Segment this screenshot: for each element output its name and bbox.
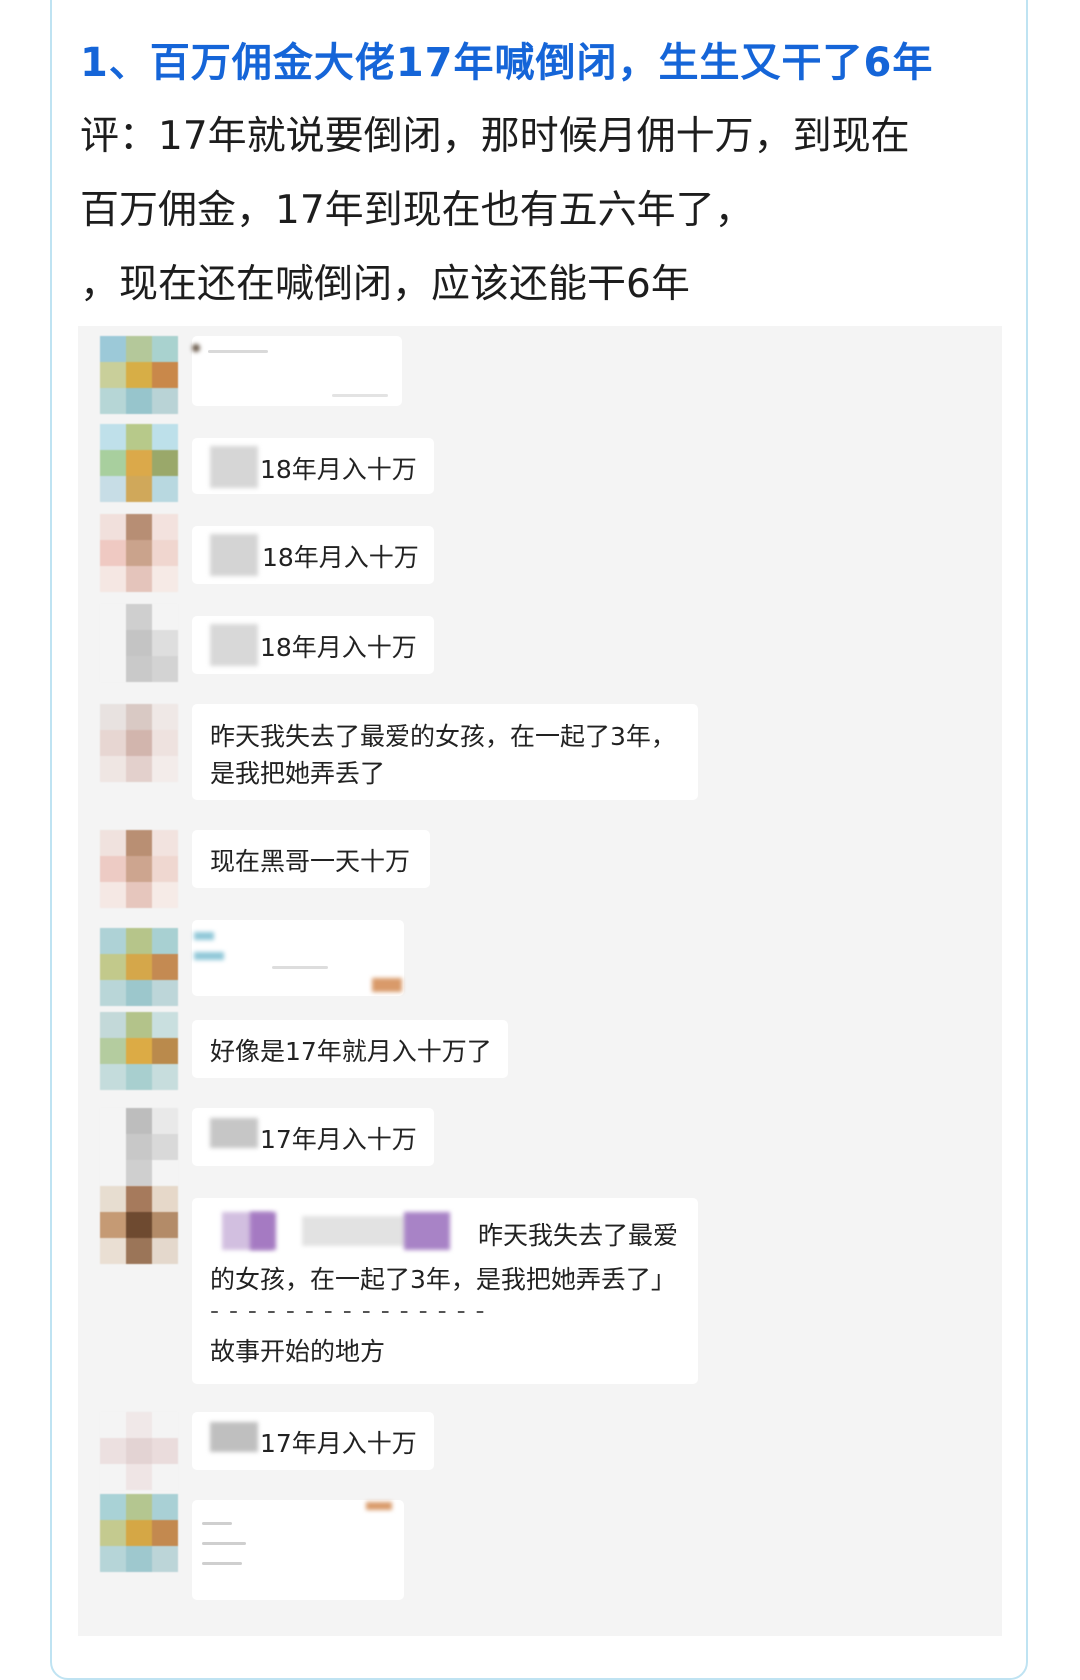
- text-message[interactable]: 现在黑哥一天十万: [192, 830, 430, 888]
- text-message[interactable]: 18年月入十万: [192, 526, 434, 584]
- avatar: [100, 1186, 178, 1264]
- blurred-image-message[interactable]: [192, 920, 404, 996]
- message-text: 17年月入十万: [260, 1125, 417, 1154]
- message-text: 现在黑哥一天十万: [210, 847, 411, 876]
- avatar: [100, 424, 178, 502]
- text-message[interactable]: 18年月入十万: [192, 616, 434, 674]
- avatar: [100, 604, 178, 682]
- text-message[interactable]: 好像是17年就月入十万了: [192, 1020, 508, 1078]
- text-message[interactable]: 17年月入十万: [192, 1108, 434, 1166]
- avatar: [100, 1012, 178, 1090]
- message-text: 是我把她弄丢了: [210, 759, 386, 788]
- text-message[interactable]: 昨天我失去了最爱的女孩，在一起了3年， 是我把她弄丢了: [192, 704, 698, 800]
- message-text: 18年月入十万: [260, 455, 417, 484]
- quote-divider: - - - - - - - - - - - - - - -: [210, 1296, 486, 1325]
- message-text: 17年月入十万: [260, 1429, 417, 1458]
- message-text: 18年月入十万: [262, 543, 419, 572]
- avatar: [100, 830, 178, 908]
- avatar: [100, 1494, 178, 1572]
- message-text: 18年月入十万: [260, 633, 417, 662]
- message-text: 昨天我失去了最爱: [478, 1221, 679, 1250]
- comment-text: 评：17年就说要倒闭，那时候月佣十万，到现在 百万佣金，17年到现在也有五六年了…: [80, 100, 1000, 322]
- blurred-image-message[interactable]: [192, 1500, 404, 1600]
- message-text: 的女孩，在一起了3年，是我把她弄丢了」: [210, 1265, 676, 1294]
- avatar: [100, 514, 178, 592]
- chat-screenshot: 18年月入十万 18年月入十万 18年月入十万 昨天我失去了最爱的女孩，在一起了…: [78, 326, 1002, 1636]
- avatar: [100, 1412, 178, 1490]
- comment-line: 百万佣金，17年到现在也有五六年了，: [80, 188, 754, 233]
- comment-line: ，现在还在喊倒闭，应该还能干6年: [80, 262, 690, 307]
- avatar: [100, 336, 178, 414]
- avatar: [100, 1108, 178, 1186]
- blurred-image-message[interactable]: [192, 336, 402, 406]
- quoted-message[interactable]: 昨天我失去了最爱 的女孩，在一起了3年，是我把她弄丢了」 - - - - - -…: [192, 1198, 698, 1384]
- avatar: [100, 928, 178, 1006]
- post-title: 1、百万佣金大佬17年喊倒闭，生生又干了6年: [80, 40, 934, 86]
- text-message[interactable]: 18年月入十万: [192, 438, 434, 494]
- avatar: [100, 704, 178, 782]
- message-text: 好像是17年就月入十万了: [210, 1037, 492, 1066]
- message-text: 故事开始的地方: [210, 1337, 386, 1366]
- message-text: 昨天我失去了最爱的女孩，在一起了3年，: [210, 722, 676, 751]
- comment-line: 评：17年就说要倒闭，那时候月佣十万，到现在: [80, 114, 910, 159]
- text-message[interactable]: 17年月入十万: [192, 1412, 434, 1470]
